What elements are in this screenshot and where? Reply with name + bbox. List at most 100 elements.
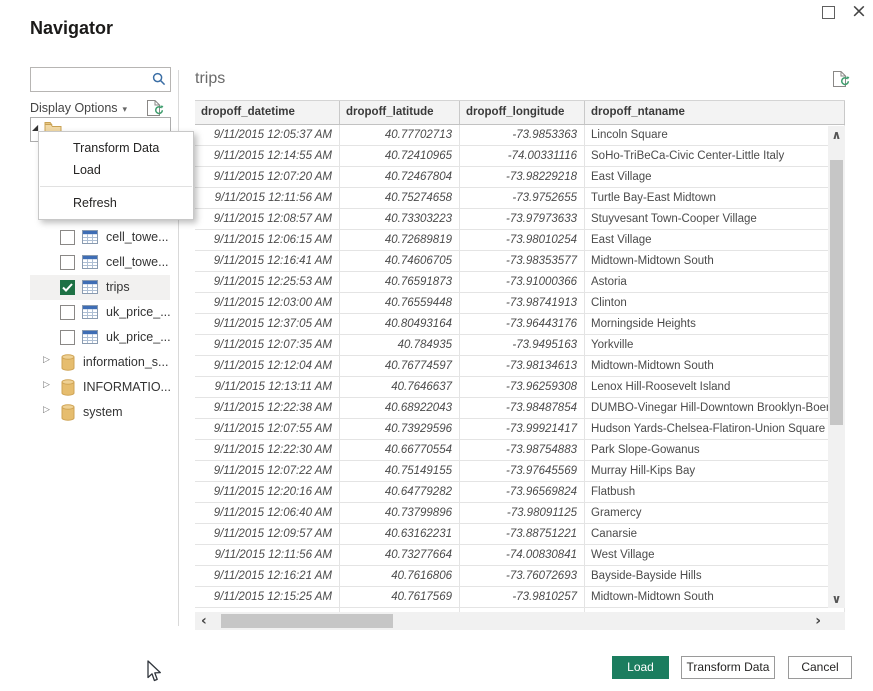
cancel-button[interactable]: Cancel — [788, 656, 852, 679]
cell-dropoff-datetime: 9/11/2015 12:07:55 AM — [195, 419, 340, 439]
scroll-left-icon[interactable]: ‹ — [201, 612, 207, 630]
table-icon — [82, 305, 98, 324]
cell-dropoff-longitude: -73.96259308 — [460, 377, 585, 397]
cell-dropoff-latitude: 40.7646637 — [340, 377, 460, 397]
tree-item-cell-towe[interactable]: cell_towe... — [30, 225, 170, 250]
cell-dropoff-latitude: 40.80493164 — [340, 314, 460, 334]
cell-dropoff-longitude: -74.00830841 — [460, 545, 585, 565]
cell-dropoff-datetime: 9/11/2015 12:06:40 AM — [195, 503, 340, 523]
cell-dropoff-ntaname: Murray Hill-Kips Bay — [585, 461, 845, 481]
cell-dropoff-ntaname: Park Slope-Gowanus — [585, 440, 845, 460]
cell-dropoff-latitude: 40.72467804 — [340, 167, 460, 187]
tree-item-system[interactable]: ▷system — [30, 400, 170, 425]
cell-dropoff-latitude: 40.76559448 — [340, 293, 460, 313]
cell-dropoff-longitude: -73.97645569 — [460, 461, 585, 481]
cell-dropoff-latitude: 40.75274658 — [340, 188, 460, 208]
cell-dropoff-ntaname: DUMBO-Vinegar Hill-Downtown Brooklyn-Boe… — [585, 398, 845, 418]
cell-dropoff-ntaname: Midtown-Midtown South — [585, 587, 845, 607]
table-row: 9/11/2015 12:07:55 AM40.73929596-73.9992… — [195, 419, 845, 440]
menu-item-load[interactable]: Load — [39, 159, 193, 181]
table-icon — [82, 230, 98, 249]
cell-dropoff-latitude: 40.66770554 — [340, 440, 460, 460]
checkbox[interactable] — [60, 330, 75, 345]
cell-dropoff-datetime: 9/11/2015 12:37:05 AM — [195, 314, 340, 334]
cell-dropoff-latitude: 40.73799896 — [340, 503, 460, 523]
search-input[interactable] — [35, 70, 151, 89]
column-header-dropoff-latitude[interactable]: dropoff_latitude — [340, 101, 460, 124]
tree-item-cell-towe[interactable]: cell_towe... — [30, 250, 170, 275]
expand-arrow-icon[interactable]: ▷ — [43, 405, 50, 415]
checkbox[interactable] — [60, 280, 75, 295]
display-options-button[interactable]: Display Options — [30, 101, 118, 115]
cell-dropoff-longitude: -73.9752655 — [460, 188, 585, 208]
cell-dropoff-latitude: 40.73929596 — [340, 419, 460, 439]
cell-dropoff-ntaname: Flatbush — [585, 482, 845, 502]
cell-dropoff-ntaname: Canarsie — [585, 524, 845, 544]
transform-data-button[interactable]: Transform Data — [681, 656, 775, 679]
context-menu: Transform DataLoad Refresh — [38, 131, 194, 220]
cell-dropoff-longitude: -73.9810257 — [460, 587, 585, 607]
cell-dropoff-latitude: 40.7616806 — [340, 566, 460, 586]
tree-item-information-s[interactable]: ▷information_s... — [30, 350, 170, 375]
cell-dropoff-longitude: -73.97973633 — [460, 209, 585, 229]
table-row: 9/11/2015 12:06:15 AM40.72689819-73.9801… — [195, 230, 845, 251]
search-box — [30, 67, 171, 92]
checkbox[interactable] — [60, 305, 75, 320]
scroll-right-icon[interactable]: › — [815, 612, 821, 630]
checkbox[interactable] — [60, 230, 75, 245]
table-row: 9/11/2015 12:07:22 AM40.75149155-73.9764… — [195, 461, 845, 482]
cell-dropoff-ntaname: Lenox Hill-Roosevelt Island — [585, 377, 845, 397]
cell-dropoff-longitude: -73.98353577 — [460, 251, 585, 271]
column-header-dropoff-datetime[interactable]: dropoff_datetime — [195, 101, 340, 124]
column-header-dropoff-ntaname[interactable]: dropoff_ntaname — [585, 101, 845, 124]
cell-dropoff-latitude: 40.76591873 — [340, 272, 460, 292]
column-header-dropoff-longitude[interactable]: dropoff_longitude — [460, 101, 585, 124]
search-icon — [152, 72, 166, 91]
refresh-list-icon[interactable] — [146, 99, 162, 118]
vertical-scrollbar[interactable]: ∧ ∨ — [828, 126, 845, 608]
table-icon — [82, 330, 98, 349]
cell-dropoff-longitude: -73.98741913 — [460, 293, 585, 313]
table-row: 9/11/2015 12:07:35 AM40.784935-73.949516… — [195, 335, 845, 356]
scroll-up-icon[interactable]: ∧ — [828, 128, 845, 142]
cell-dropoff-ntaname: Midtown-Midtown South — [585, 251, 845, 271]
menu-item-transform-data[interactable]: Transform Data — [39, 137, 193, 159]
horizontal-scrollbar[interactable]: ‹ › — [195, 612, 845, 630]
cell-dropoff-datetime: 9/11/2015 12:11:56 AM — [195, 545, 340, 565]
refresh-preview-icon[interactable] — [832, 70, 848, 89]
tree-item-trips[interactable]: trips — [30, 275, 170, 300]
cell-dropoff-ntaname: East Village — [585, 230, 845, 250]
table-header-row: dropoff_datetimedropoff_latitudedropoff_… — [195, 100, 845, 125]
cell-dropoff-latitude: 40.68922043 — [340, 398, 460, 418]
cell-dropoff-datetime: 9/11/2015 12:12:04 AM — [195, 356, 340, 376]
database-icon — [61, 379, 75, 401]
cell-dropoff-datetime: 9/11/2015 12:14:55 AM — [195, 146, 340, 166]
tree-item-informatio[interactable]: ▷INFORMATIO... — [30, 375, 170, 400]
tree-item-uk-price[interactable]: uk_price_... — [30, 325, 170, 350]
table-row: 9/11/2015 12:06:40 AM40.73799896-73.9809… — [195, 503, 845, 524]
cell-dropoff-latitude: 40.73303223 — [340, 209, 460, 229]
cell-dropoff-datetime: 9/11/2015 12:15:25 AM — [195, 587, 340, 607]
checkbox[interactable] — [60, 255, 75, 270]
menu-item-refresh[interactable]: Refresh — [39, 192, 193, 214]
load-button[interactable]: Load — [612, 656, 669, 679]
scroll-down-icon[interactable]: ∨ — [828, 592, 845, 606]
table-row: 9/11/2015 12:15:25 AM40.7617569-73.98102… — [195, 587, 845, 608]
cell-dropoff-latitude: 40.63162231 — [340, 524, 460, 544]
cell-dropoff-longitude: -74.00331116 — [460, 146, 585, 166]
preview-title: trips — [195, 70, 225, 88]
close-icon[interactable]: × — [851, 0, 867, 22]
cell-dropoff-datetime: 9/11/2015 12:07:22 AM — [195, 461, 340, 481]
horizontal-scroll-thumb[interactable] — [221, 614, 393, 628]
expand-arrow-icon[interactable]: ▷ — [43, 355, 50, 365]
table-row: 9/11/2015 12:37:05 AM40.80493164-73.9644… — [195, 314, 845, 335]
expand-arrow-icon[interactable]: ▷ — [43, 380, 50, 390]
maximize-button[interactable] — [822, 6, 835, 19]
chevron-down-icon[interactable]: ▾ — [123, 105, 128, 115]
vertical-scroll-thumb[interactable] — [830, 160, 843, 425]
cell-dropoff-ntaname: Astoria — [585, 272, 845, 292]
table-row: 9/11/2015 12:25:53 AM40.76591873-73.9100… — [195, 272, 845, 293]
table-row: 9/11/2015 12:09:57 AM40.63162231-73.8875… — [195, 524, 845, 545]
cell-dropoff-latitude: 40.64779282 — [340, 482, 460, 502]
tree-item-uk-price[interactable]: uk_price_... — [30, 300, 170, 325]
